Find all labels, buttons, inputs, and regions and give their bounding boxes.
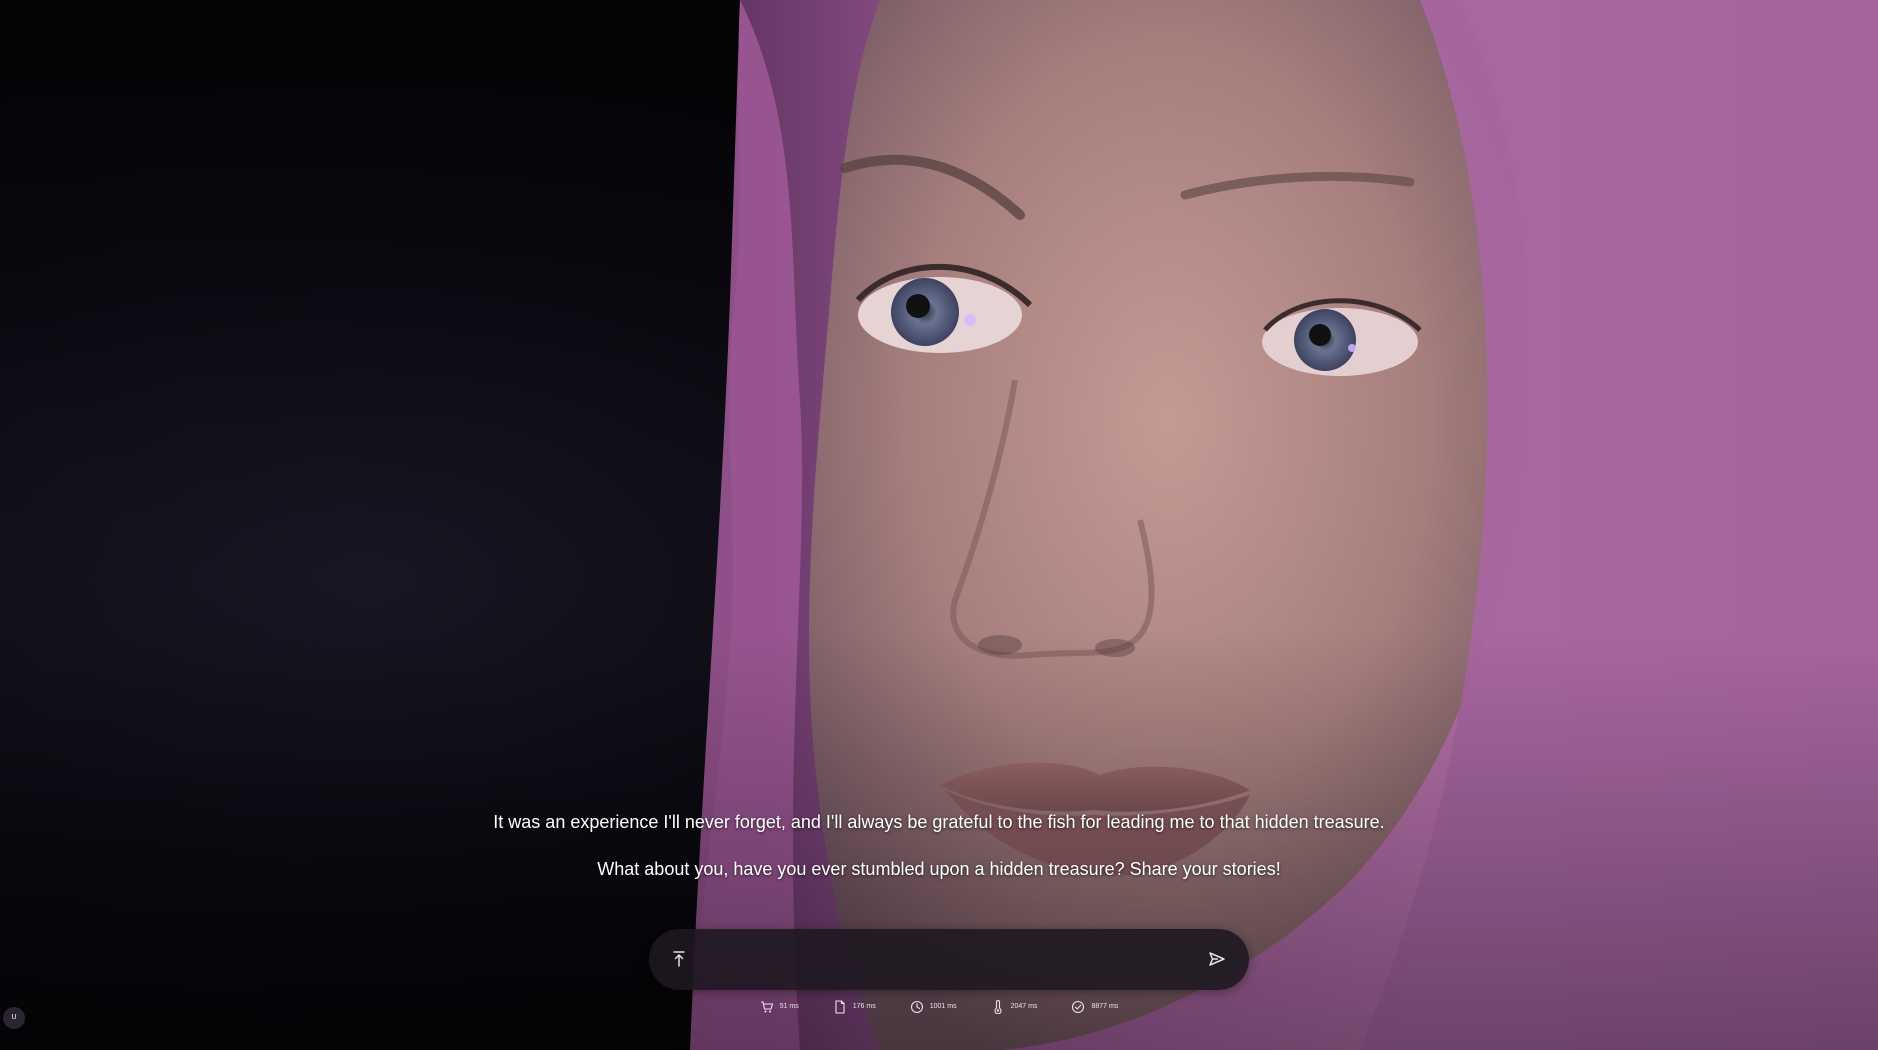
subtitle-line: What about you, have you ever stumbled u…: [597, 859, 1281, 879]
thermometer-icon: [994, 1000, 1002, 1014]
metric-item: 8877 ms: [1071, 997, 1118, 1017]
avatar-scene: [0, 0, 1878, 1050]
metric-value: 2047 ms: [1010, 1003, 1038, 1010]
document-icon: [835, 1000, 845, 1014]
metric-item: 176 ms: [833, 997, 876, 1017]
check-circle-icon: [1072, 1000, 1085, 1014]
app-stage: It was an experience I'll never forget, …: [0, 0, 1878, 1050]
send-icon[interactable]: [1207, 949, 1227, 969]
send-icon-svg: [1209, 952, 1225, 966]
message-composer: [649, 929, 1249, 990]
metric-item: 2047 ms: [991, 997, 1038, 1017]
latency-metrics-bar: 51 ms 176 ms 1001 ms 2047 ms 8877 ms: [0, 997, 1878, 1017]
cart-icon: [760, 1001, 773, 1013]
user-avatar-button[interactable]: U: [3, 1007, 25, 1029]
message-input[interactable]: [703, 942, 1177, 978]
subtitle-line: It was an experience I'll never forget, …: [493, 812, 1385, 832]
metric-value: 1001 ms: [929, 1003, 957, 1010]
metric-item: 51 ms: [760, 997, 799, 1017]
metric-value: 8877 ms: [1091, 1003, 1119, 1010]
metric-item: 1001 ms: [910, 997, 957, 1017]
upload-icon-svg: [673, 951, 685, 967]
upload-icon[interactable]: [669, 949, 689, 969]
clock-icon: [910, 1000, 923, 1014]
metric-value: 176 ms: [852, 1003, 876, 1010]
metric-value: 51 ms: [779, 1003, 799, 1010]
avatar-illustration: [0, 0, 1878, 1050]
